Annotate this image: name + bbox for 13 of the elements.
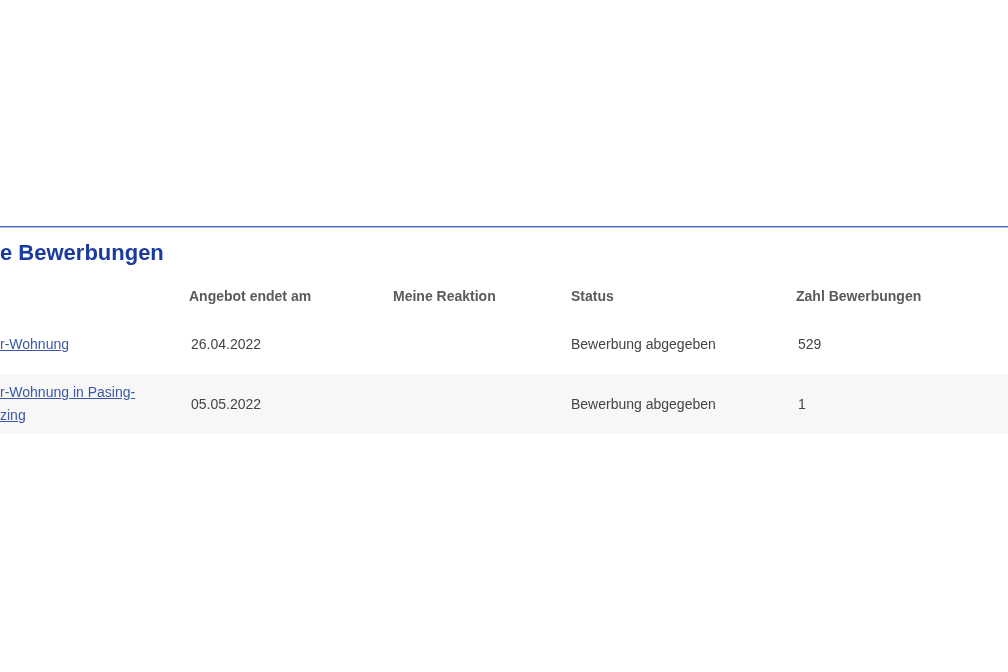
section-title: e Bewerbungen xyxy=(0,239,165,267)
column-header: Meine Reaktion xyxy=(393,288,496,304)
table-cell: 05.05.2022 xyxy=(191,396,262,412)
offer-link[interactable]: r-Wohnung xyxy=(0,332,69,356)
column-header: Zahl Bewerbungen xyxy=(796,288,922,304)
table-cell: 529 xyxy=(798,336,822,352)
table-cell: 1 xyxy=(798,396,806,412)
offer-link[interactable]: r-Wohnung in Pasing- zing xyxy=(0,381,136,427)
column-header: Status xyxy=(571,288,614,304)
table-cell: 26.04.2022 xyxy=(191,336,262,352)
column-header: Angebot endet am xyxy=(189,288,312,304)
table-cell: Bewerbung abgegeben xyxy=(571,396,716,412)
table-cell: Bewerbung abgegeben xyxy=(571,336,716,352)
